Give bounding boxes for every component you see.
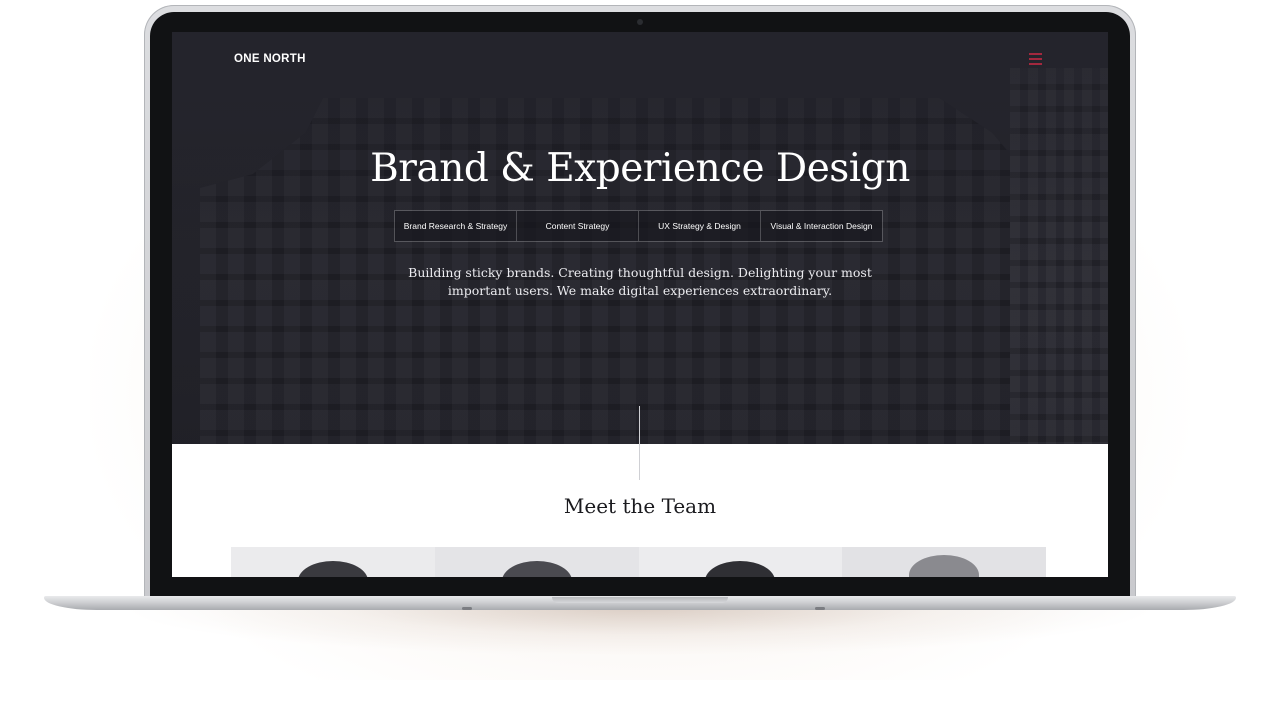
laptop-foot bbox=[815, 607, 825, 610]
hamburger-menu-icon[interactable] bbox=[1029, 53, 1042, 65]
scroll-indicator-line bbox=[639, 406, 640, 480]
tab-visual-interaction-design[interactable]: Visual & Interaction Design bbox=[761, 211, 882, 241]
team-member-photo-4[interactable] bbox=[842, 547, 1046, 577]
camera-icon bbox=[637, 19, 643, 25]
laptop-hinge-notch bbox=[552, 597, 728, 603]
team-section-title: Meet the Team bbox=[563, 494, 717, 518]
portrait-head bbox=[297, 561, 368, 577]
team-member-photo-1[interactable] bbox=[231, 547, 435, 577]
tab-ux-strategy-design[interactable]: UX Strategy & Design bbox=[639, 211, 761, 241]
tab-brand-research-strategy[interactable]: Brand Research & Strategy bbox=[395, 211, 517, 241]
site-logo[interactable]: ONE NORTH bbox=[234, 53, 306, 65]
hero-description: Building sticky brands. Creating thought… bbox=[408, 265, 872, 298]
team-member-photo-2[interactable] bbox=[434, 547, 639, 577]
laptop-screen: ONE NORTH Brand & Experience Design Bran… bbox=[172, 32, 1108, 577]
portrait-head bbox=[705, 561, 776, 577]
hero-section: ONE NORTH Brand & Experience Design Bran… bbox=[172, 32, 1108, 444]
portrait-head bbox=[501, 561, 572, 577]
page-title: Brand & Experience Design bbox=[370, 146, 910, 191]
service-tabs: Brand Research & Strategy Content Strate… bbox=[394, 210, 883, 242]
tab-content-strategy[interactable]: Content Strategy bbox=[517, 211, 639, 241]
portrait-head bbox=[909, 555, 980, 577]
team-photos bbox=[231, 547, 1046, 577]
laptop-foot bbox=[462, 607, 472, 610]
team-member-photo-3[interactable] bbox=[638, 547, 843, 577]
